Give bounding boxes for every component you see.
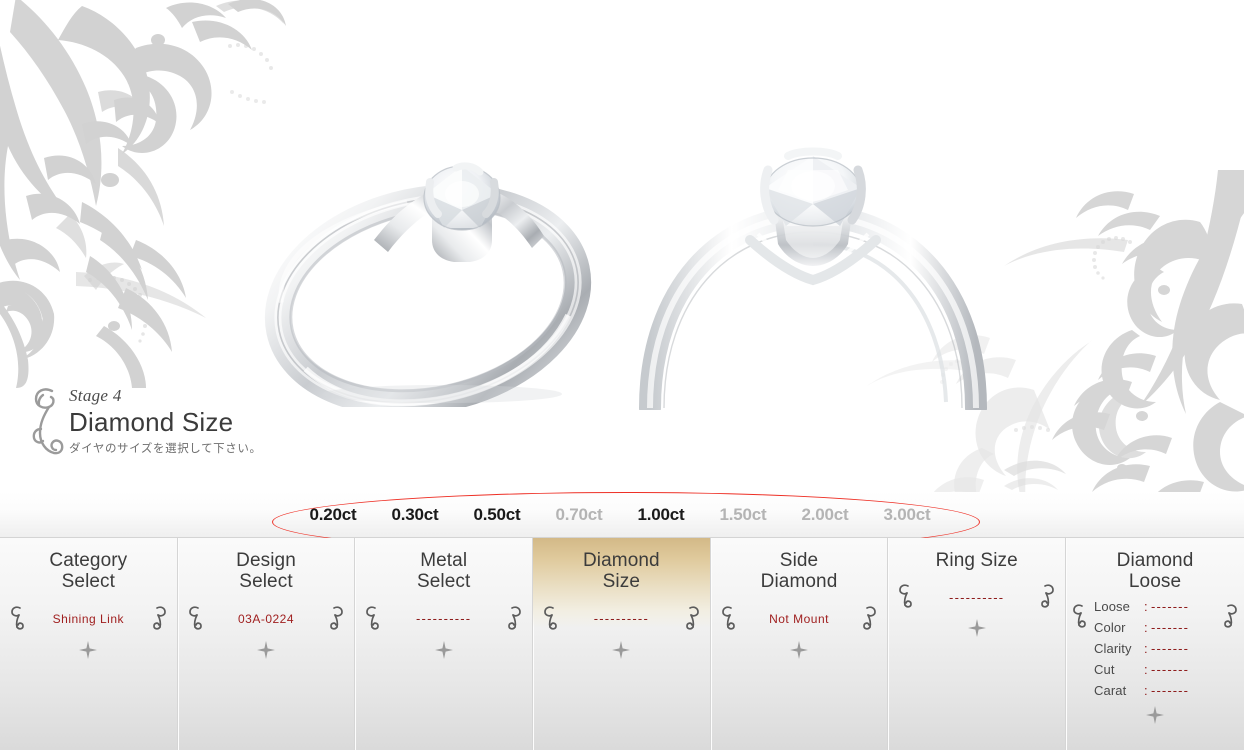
loose-row: Loose: -------: [1094, 599, 1218, 620]
floral-ornament-right: [1004, 170, 1244, 492]
step-inner: Metal Select ----------: [355, 538, 532, 750]
step-value: ----------: [416, 611, 472, 627]
flourish-left-icon: [899, 584, 913, 609]
loose-row-value: -------: [1151, 682, 1190, 698]
diamond-configurator-page: Stage 4 Diamond Size ダイヤのサイズを選択して下さい。 0.…: [0, 0, 1244, 750]
carat-options-row: 0.20ct 0.30ct 0.50ct 0.70ct 1.00ct 1.50ct 2.00…: [0, 492, 1244, 537]
configurator-steps-bar: Category Select Shining Link Design Select 03…: [0, 538, 1244, 750]
step-value-row: Not Mount: [711, 605, 888, 633]
flourish-right-icon: [1041, 584, 1054, 609]
step-title: Category Select: [49, 550, 128, 593]
step-panel-ring size[interactable]: Ring Size ----------: [888, 538, 1067, 750]
step-value: Shining Link: [52, 611, 125, 626]
carat-option-0-20ct[interactable]: 0.20ct: [292, 506, 374, 523]
flourish-left-icon: [188, 606, 202, 630]
loose-row-value: -------: [1151, 640, 1190, 656]
carat-option-0-50ct[interactable]: 0.50ct: [456, 506, 538, 523]
loose-rows-wrap: Loose: ------- Color: ------- Clarity: ------…: [1066, 599, 1244, 704]
carat-option-2-00ct[interactable]: 2.00ct: [784, 506, 866, 523]
loose-row: Carat: -------: [1094, 683, 1218, 704]
page-title: Diamond Size: [69, 407, 234, 437]
step-value-row: ----------: [355, 605, 532, 633]
loose-row-value: -------: [1151, 661, 1190, 677]
flourish-right-icon: [152, 606, 166, 630]
step-inner: Side Diamond Not Mount: [711, 538, 888, 750]
hero-section: Stage 4 Diamond Size ダイヤのサイズを選択して下さい。: [0, 0, 1244, 492]
step-inner: Design Select 03A-0224: [178, 538, 355, 750]
loose-row-colon: :: [1144, 682, 1148, 698]
step-value: ----------: [593, 611, 649, 627]
flourish-left-icon: [721, 606, 735, 630]
carat-options-list: 0.20ct 0.30ct 0.50ct 0.70ct 1.00ct 1.50ct 2.00…: [292, 506, 948, 523]
ring-image-front-view: [639, 147, 987, 410]
carat-selector-bar: 0.20ct 0.30ct 0.50ct 0.70ct 1.00ct 1.50ct 2.00…: [0, 492, 1244, 538]
sparkle-icon: [1146, 705, 1165, 724]
page-subtitle: ダイヤのサイズを選択して下さい。: [69, 443, 262, 456]
loose-row-colon: :: [1144, 598, 1148, 614]
step-inner: Ring Size ----------: [888, 538, 1065, 750]
step-inner: Category Select Shining Link: [0, 538, 177, 750]
step-inner: Diamond Size ----------: [533, 538, 710, 750]
step-value-row: Shining Link: [0, 605, 177, 633]
step-value: 03A-0224: [237, 611, 295, 626]
step-value: Not Mount: [769, 611, 829, 626]
step-title: Side Diamond: [760, 550, 838, 593]
sparkle-icon: [790, 640, 809, 659]
loose-row-label: Clarity: [1094, 640, 1132, 656]
flourish-left-icon: [11, 606, 24, 630]
step-value-row: 03A-0224: [178, 605, 355, 633]
loose-row: Color: -------: [1094, 620, 1218, 641]
step-title: Diamond Size: [582, 550, 660, 593]
loose-row-label: Carat: [1094, 682, 1127, 698]
loose-row-colon: :: [1144, 619, 1148, 635]
sparkle-icon: [434, 640, 453, 659]
flourish-right-icon: [685, 606, 699, 630]
carat-option-1-50ct[interactable]: 1.50ct: [702, 506, 784, 523]
step-panel-diamond-loose[interactable]: Diamond Loose Loose: ------- Color: ------- Cl…: [1066, 538, 1244, 750]
flourish-left-icon: [366, 606, 380, 630]
step-panel-diamond-size[interactable]: Diamond Size ----------: [533, 538, 711, 750]
loose-row-colon: :: [1144, 661, 1148, 677]
step-inner: Diamond Loose Loose: ------- Color: ------- Cl…: [1066, 538, 1244, 750]
stage-heading: Stage 4 Diamond Size ダイヤのサイズを選択して下さい。: [30, 383, 262, 467]
flourish-left-icon: [544, 606, 557, 630]
flourish-right-icon: [508, 606, 521, 630]
loose-row-value: -------: [1151, 619, 1190, 635]
flourish-right-icon: [330, 606, 344, 630]
carat-option-1-00ct[interactable]: 1.00ct: [620, 506, 702, 523]
step-title: Design Select: [236, 550, 296, 593]
flourish-ornament-icon: [32, 388, 64, 455]
loose-row: Cut: -------: [1094, 662, 1218, 683]
loose-row-label: Loose: [1094, 598, 1130, 614]
step-panel-side-diamond[interactable]: Side Diamond Not Mount: [711, 538, 889, 750]
stage-number: Stage 4: [69, 386, 122, 405]
sparkle-icon: [967, 619, 986, 638]
loose-row: Clarity: -------: [1094, 641, 1218, 662]
loose-row-value: -------: [1151, 598, 1190, 614]
step-panel-design-select[interactable]: Design Select 03A-0224: [178, 538, 356, 750]
step-title: Ring Size: [935, 550, 1018, 571]
loose-row-label: Color: [1094, 619, 1126, 635]
carat-option-0-30ct[interactable]: 0.30ct: [374, 506, 456, 523]
flourish-right-icon: [863, 606, 877, 630]
carat-option-3-00ct[interactable]: 3.00ct: [866, 506, 948, 523]
sparkle-icon: [79, 640, 98, 659]
ring-image-angle-view: [264, 162, 592, 407]
step-title: Diamond Loose: [1116, 550, 1194, 593]
loose-rows: Loose: ------- Color: ------- Clarity: ------…: [1066, 599, 1244, 704]
step-value: ----------: [949, 589, 1005, 605]
sparkle-icon: [612, 640, 631, 659]
step-panel-category-select[interactable]: Category Select Shining Link: [0, 538, 178, 750]
step-title: Metal Select: [416, 550, 471, 593]
sparkle-icon: [257, 640, 275, 659]
loose-row-colon: :: [1144, 640, 1148, 656]
step-panel-metal-select[interactable]: Metal Select ----------: [355, 538, 534, 750]
step-value-row: ----------: [533, 605, 710, 633]
loose-row-label: Cut: [1094, 661, 1115, 677]
carat-option-0-70ct[interactable]: 0.70ct: [538, 506, 620, 523]
step-value-row: ----------: [888, 583, 1065, 611]
